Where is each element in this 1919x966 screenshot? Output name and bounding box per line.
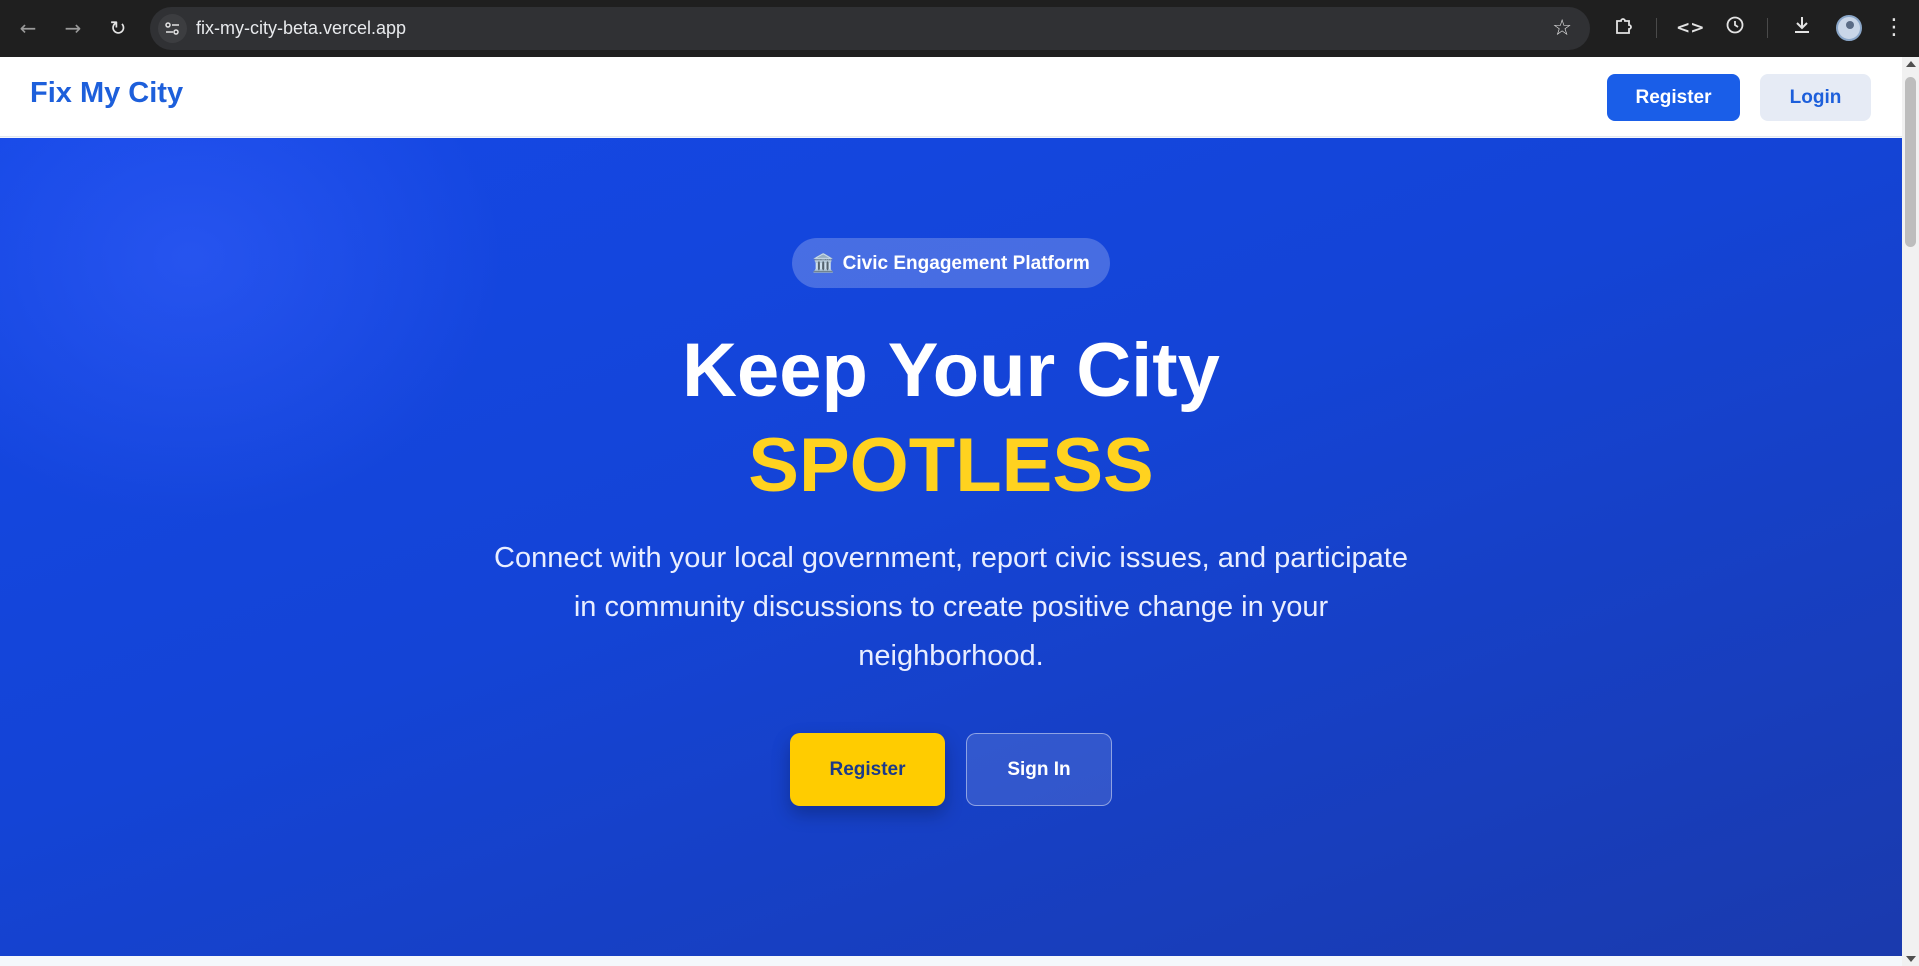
hero-register-button[interactable]: Register xyxy=(790,733,945,806)
toolbar-divider xyxy=(1767,18,1768,38)
header-register-button[interactable]: Register xyxy=(1607,74,1740,121)
bookmark-star-icon[interactable]: ☆ xyxy=(1552,7,1572,50)
site-header: Fix My City Register Login xyxy=(0,57,1902,137)
address-bar[interactable]: fix-my-city-beta.vercel.app ☆ xyxy=(150,7,1590,50)
brand-logo[interactable]: Fix My City xyxy=(30,77,183,110)
browser-toolbar: ← → ↻ fix-my-city-beta.vercel.app ☆ <> ⋮ xyxy=(0,0,1919,57)
back-arrow-icon[interactable]: ← xyxy=(14,14,42,42)
scroll-up-arrow-icon[interactable] xyxy=(1906,61,1916,67)
code-icon[interactable]: <> xyxy=(1676,14,1705,42)
kebab-menu-icon[interactable]: ⋮ xyxy=(1880,14,1908,42)
badge-text: Civic Engagement Platform xyxy=(842,253,1090,274)
hero-description-line: Connect with your local government, repo… xyxy=(494,542,1408,574)
url-text[interactable]: fix-my-city-beta.vercel.app xyxy=(196,7,406,50)
download-icon[interactable] xyxy=(1788,14,1816,42)
header-login-button[interactable]: Login xyxy=(1760,74,1871,121)
platform-badge: 🏛️ Civic Engagement Platform xyxy=(792,238,1110,288)
hero-headline-accent: SPOTLESS xyxy=(748,423,1154,508)
scroll-down-arrow-icon[interactable] xyxy=(1906,956,1916,962)
hero-description-line: in community discussions to create posit… xyxy=(573,591,1329,623)
site-info-icon[interactable] xyxy=(158,14,187,43)
government-building-icon: 🏛️ xyxy=(812,253,835,273)
page-scrollbar[interactable] xyxy=(1902,57,1919,966)
hero-description-line: neighborhood. xyxy=(858,640,1044,672)
hero-headline: Keep Your City xyxy=(682,328,1220,413)
profile-avatar[interactable] xyxy=(1836,15,1862,41)
extensions-puzzle-icon[interactable] xyxy=(1610,14,1638,42)
hero-signin-button[interactable]: Sign In xyxy=(966,733,1112,806)
history-icon[interactable] xyxy=(1721,14,1749,42)
toolbar-divider xyxy=(1656,18,1657,38)
scrollbar-thumb[interactable] xyxy=(1905,77,1916,247)
hero-section: 🏛️ Civic Engagement Platform Keep Your Ci… xyxy=(0,138,1902,956)
page-viewport: Fix My City Register Login 🏛️ Civic Engag… xyxy=(0,57,1902,966)
reload-icon[interactable]: ↻ xyxy=(104,14,132,42)
forward-arrow-icon[interactable]: → xyxy=(59,14,87,42)
hero-description: Connect with your local government, repo… xyxy=(451,534,1451,681)
